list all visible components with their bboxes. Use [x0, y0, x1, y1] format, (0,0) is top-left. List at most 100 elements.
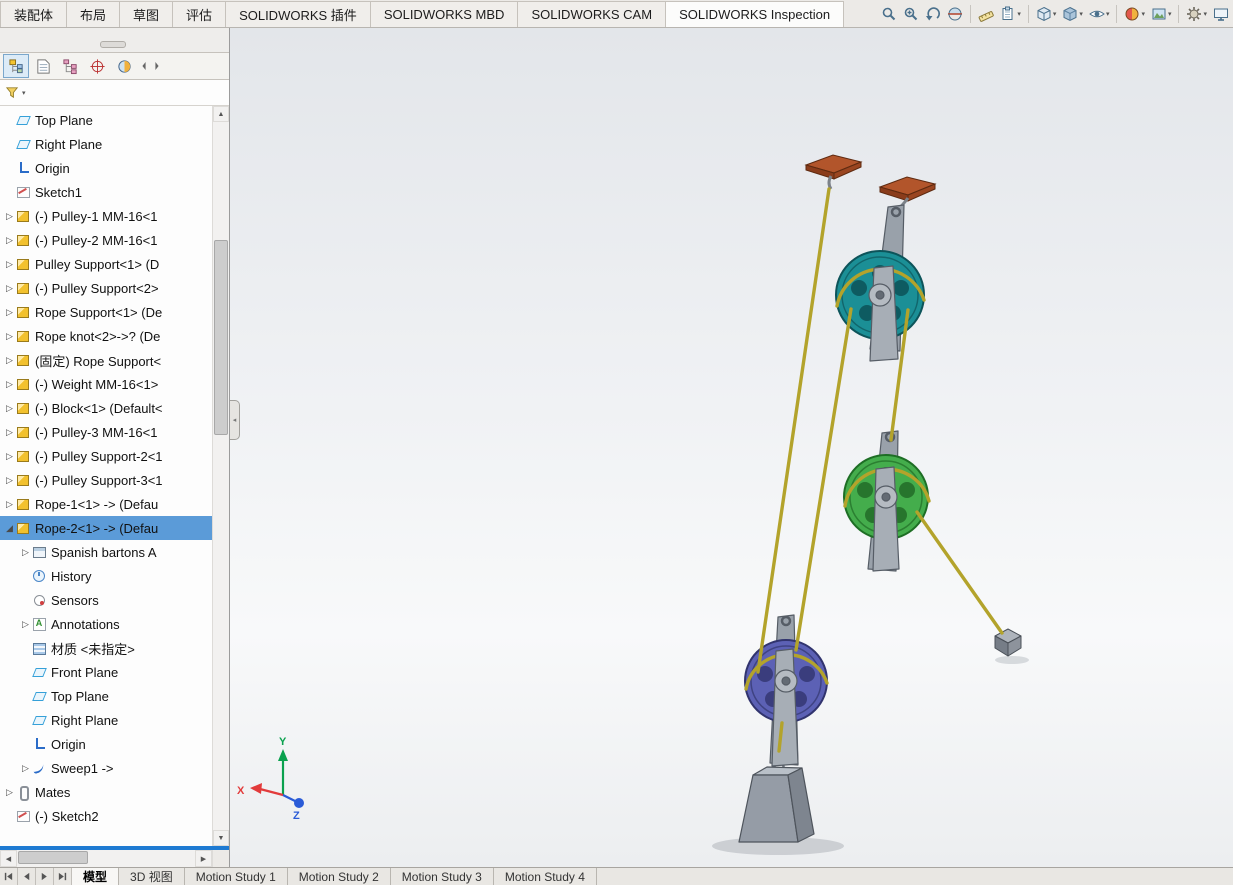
ribbon-tab[interactable]: SOLIDWORKS 插件 [225, 1, 371, 27]
tree-item[interactable]: ◢Rope-2<1> -> (Defau [0, 516, 212, 540]
expand-arrow-icon[interactable]: ▷ [3, 451, 16, 462]
tree-item[interactable]: Right Plane [0, 708, 212, 732]
apply-scene-icon[interactable]: ▾ [1149, 2, 1174, 26]
tree-item[interactable]: ▷(-) Pulley Support-2<1 [0, 444, 212, 468]
measure-icon[interactable] [976, 2, 996, 26]
expand-arrow-icon[interactable]: ▷ [19, 547, 32, 558]
ribbon-tab[interactable]: 草图 [119, 1, 173, 27]
expand-arrow-icon[interactable]: ▷ [19, 619, 32, 630]
bottom-tab[interactable]: 模型 [72, 868, 119, 885]
filter-funnel-icon[interactable] [5, 85, 20, 100]
screen-icon[interactable] [1211, 2, 1231, 26]
tree-item[interactable]: ▷(-) Block<1> (Default< [0, 396, 212, 420]
tree-filter[interactable]: ▾ [0, 80, 229, 106]
scroll-right-icon[interactable] [151, 54, 163, 78]
rope-end-cube[interactable] [995, 629, 1021, 656]
zoom-to-fit-icon[interactable] [879, 2, 899, 26]
clipboard-icon[interactable]: ▾ [998, 2, 1023, 26]
tree-item[interactable]: Top Plane [0, 684, 212, 708]
ribbon-tab[interactable]: 装配体 [0, 1, 67, 27]
vertical-scroll-thumb[interactable] [214, 240, 228, 435]
tree-item[interactable]: ▷(-) Pulley Support<2> [0, 276, 212, 300]
previous-study-icon[interactable] [18, 868, 36, 885]
tree-item[interactable]: Sketch1 [0, 180, 212, 204]
collapse-arrow-icon[interactable]: ◢ [3, 523, 16, 534]
tree-item[interactable]: Sensors [0, 588, 212, 612]
expand-arrow-icon[interactable]: ▷ [3, 307, 16, 318]
filter-dropdown-arrow-icon[interactable]: ▾ [22, 89, 26, 97]
bottom-tab[interactable]: 3D 视图 [119, 868, 185, 885]
view-settings-icon[interactable]: ▾ [1184, 2, 1209, 26]
horizontal-scroll-thumb[interactable] [18, 851, 88, 864]
expand-arrow-icon[interactable]: ▷ [3, 403, 16, 414]
tree-item[interactable]: ▷Rope-1<1> -> (Defau [0, 492, 212, 516]
scroll-right-arrow-icon[interactable]: ▶ [195, 850, 212, 867]
ribbon-tab[interactable]: SOLIDWORKS CAM [517, 1, 666, 27]
vertical-scroll-track[interactable] [213, 122, 229, 830]
display-style-icon[interactable]: ▾ [1060, 2, 1085, 26]
scroll-down-icon[interactable]: ▼ [213, 830, 229, 846]
previous-view-icon[interactable] [923, 2, 943, 26]
view-orientation-icon[interactable]: ▾ [1034, 2, 1059, 26]
tree-item[interactable]: 材质 <未指定> [0, 636, 212, 660]
bottom-tab[interactable]: Motion Study 4 [494, 868, 597, 885]
tree-item[interactable]: Origin [0, 156, 212, 180]
expand-arrow-icon[interactable]: ▷ [3, 787, 16, 798]
tree-item[interactable]: ▷Mates [0, 780, 212, 804]
vertical-scrollbar[interactable]: ▲ ▼ [212, 106, 229, 846]
tree-item[interactable]: (-) Sketch2 [0, 804, 212, 828]
tree-item[interactable]: History [0, 564, 212, 588]
expand-arrow-icon[interactable]: ▷ [3, 499, 16, 510]
dropdown-arrow-icon[interactable]: ▾ [1017, 10, 1021, 18]
expand-arrow-icon[interactable]: ▷ [3, 259, 16, 270]
horizontal-scroll-track[interactable] [17, 850, 195, 867]
dropdown-arrow-icon[interactable]: ▾ [1168, 10, 1172, 18]
edit-appearance-icon[interactable]: ▾ [1122, 2, 1147, 26]
scroll-up-icon[interactable]: ▲ [213, 106, 229, 122]
ribbon-tab[interactable]: SOLIDWORKS Inspection [665, 1, 844, 27]
scroll-left-arrow-icon[interactable]: ◀ [0, 850, 17, 867]
dropdown-arrow-icon[interactable]: ▾ [1106, 10, 1110, 18]
featuremanager-tree-icon[interactable] [3, 54, 29, 78]
next-study-icon[interactable] [36, 868, 54, 885]
tree-item[interactable]: ▷Rope Support<1> (De [0, 300, 212, 324]
tree-item[interactable]: ▷Pulley Support<1> (D [0, 252, 212, 276]
tree-item[interactable]: Right Plane [0, 132, 212, 156]
tree-item[interactable]: Front Plane [0, 660, 212, 684]
zoom-to-area-icon[interactable] [901, 2, 921, 26]
expand-arrow-icon[interactable]: ▷ [3, 283, 16, 294]
tree-item[interactable]: ▷Annotations [0, 612, 212, 636]
section-view-icon[interactable] [945, 2, 965, 26]
dropdown-arrow-icon[interactable]: ▾ [1053, 10, 1057, 18]
panel-splitter-handle[interactable]: ◂ [230, 400, 240, 440]
ribbon-tab[interactable]: 评估 [172, 1, 226, 27]
displaymanager-icon[interactable] [111, 54, 137, 78]
expand-arrow-icon[interactable]: ▷ [19, 763, 32, 774]
tree-item[interactable]: ▷(-) Pulley-3 MM-16<1 [0, 420, 212, 444]
last-study-icon[interactable] [54, 868, 72, 885]
ribbon-tab[interactable]: 布局 [66, 1, 120, 27]
tree-item[interactable]: Top Plane [0, 108, 212, 132]
tree-item[interactable]: ▷(-) Weight MM-16<1> [0, 372, 212, 396]
panel-grip[interactable] [100, 41, 126, 48]
bottom-tab[interactable]: Motion Study 1 [185, 868, 288, 885]
tree-item[interactable]: ▷Spanish bartons A [0, 540, 212, 564]
tree-item[interactable]: ▷(-) Pulley-1 MM-16<1 [0, 204, 212, 228]
ribbon-tab[interactable]: SOLIDWORKS MBD [370, 1, 519, 27]
expand-arrow-icon[interactable]: ▷ [3, 211, 16, 222]
mount-left-hook[interactable] [829, 176, 831, 189]
scroll-left-icon[interactable] [138, 54, 150, 78]
pulley-front-arms[interactable] [772, 266, 899, 766]
configurationmanager-icon[interactable] [57, 54, 83, 78]
bottom-tab[interactable]: Motion Study 2 [288, 868, 391, 885]
dropdown-arrow-icon[interactable]: ▾ [1141, 10, 1145, 18]
bottom-tab[interactable]: Motion Study 3 [391, 868, 494, 885]
ceiling-mount-left[interactable] [806, 155, 861, 179]
expand-arrow-icon[interactable]: ▷ [3, 427, 16, 438]
expand-arrow-icon[interactable]: ▷ [3, 379, 16, 390]
dropdown-arrow-icon[interactable]: ▾ [1079, 10, 1083, 18]
expand-arrow-icon[interactable]: ▷ [3, 331, 16, 342]
expand-arrow-icon[interactable]: ▷ [3, 475, 16, 486]
horizontal-scrollbar[interactable]: ◀ ▶ [0, 850, 229, 867]
hide-show-items-icon[interactable]: ▾ [1087, 2, 1112, 26]
